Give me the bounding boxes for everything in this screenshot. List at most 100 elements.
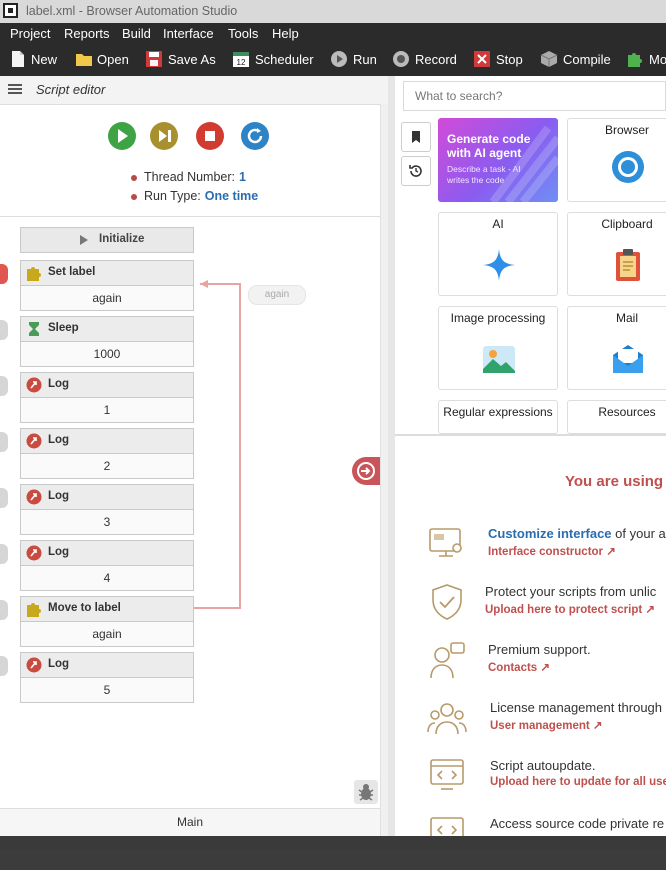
- image-icon: [483, 346, 515, 373]
- interface-constructor-link[interactable]: Interface constructor ↗: [488, 544, 616, 558]
- log-block[interactable]: Log 3: [20, 484, 194, 535]
- users-group-icon: [427, 703, 467, 735]
- record-icon: [393, 51, 409, 67]
- menu-tools[interactable]: Tools: [228, 26, 258, 41]
- svg-text:12: 12: [237, 58, 246, 67]
- panel-splitter[interactable]: [395, 434, 666, 436]
- log-block[interactable]: Log 2: [20, 428, 194, 479]
- menu-help[interactable]: Help: [272, 26, 299, 41]
- block-handle[interactable]: [0, 600, 8, 620]
- log-block[interactable]: Log 1: [20, 372, 194, 423]
- script-editor-panel: Script editor Thread Number: 1 Run Type: O…: [0, 76, 389, 837]
- folder-icon: [76, 54, 92, 66]
- card-resources[interactable]: Resources: [567, 400, 666, 434]
- menu-bar: Project Reports Build Interface Tools He…: [0, 23, 666, 44]
- menu-reports[interactable]: Reports: [64, 26, 110, 41]
- log-icon: [26, 377, 42, 393]
- ai-agent-card[interactable]: Generate code with AI agent Describe a t…: [438, 118, 558, 202]
- feature-license-management: License management through User manageme…: [395, 698, 666, 754]
- stop-circle-icon: [196, 122, 224, 150]
- menu-project[interactable]: Project: [10, 26, 50, 41]
- history-button[interactable]: [401, 156, 431, 186]
- log-block[interactable]: Log 4: [20, 540, 194, 591]
- thread-number-value[interactable]: 1: [239, 170, 246, 184]
- puzzle-icon: [628, 53, 642, 67]
- mail-icon: [613, 345, 643, 373]
- log-block[interactable]: Log 5: [20, 652, 194, 703]
- log-icon: [26, 489, 42, 505]
- interface-constructor-icon: [429, 528, 462, 557]
- block-handle[interactable]: [0, 544, 8, 564]
- set-label-block[interactable]: Set label again: [20, 260, 194, 311]
- bookmarks-button[interactable]: [401, 122, 431, 152]
- window-title: label.xml - Browser Automation Studio: [26, 4, 238, 18]
- step-button[interactable]: [150, 122, 178, 150]
- ai-card-title: Generate code with AI agent: [447, 132, 531, 160]
- box-icon: [540, 51, 558, 67]
- block-handle[interactable]: [0, 320, 8, 340]
- log-icon: [26, 545, 42, 561]
- step-forward-icon: [150, 122, 178, 150]
- actions-panel: What to search? Generate code with AI ag…: [395, 76, 666, 843]
- user-management-link[interactable]: User management ↗: [490, 718, 603, 732]
- external-link-icon: ↗: [645, 604, 656, 616]
- puzzle-icon: [27, 603, 41, 617]
- menu-build[interactable]: Build: [122, 26, 151, 41]
- puzzle-icon: [27, 267, 41, 281]
- block-handle[interactable]: [0, 432, 8, 452]
- autoupdate-link[interactable]: Upload here to update for all user: [490, 776, 666, 788]
- run-type-value[interactable]: One time: [205, 189, 259, 203]
- exit-flow-button[interactable]: [352, 457, 380, 485]
- pane-splitter[interactable]: [388, 76, 395, 836]
- stop-icon: [474, 51, 490, 67]
- log-icon: [26, 657, 42, 673]
- card-browser[interactable]: Browser: [567, 118, 666, 202]
- contacts-link[interactable]: Contacts ↗: [488, 660, 550, 674]
- stripes-decoration: [489, 125, 558, 202]
- play-icon: [331, 51, 347, 67]
- protect-script-link[interactable]: Upload here to protect script ↗: [485, 602, 655, 616]
- bookmark-icon: [412, 131, 420, 143]
- move-to-label-block[interactable]: Move to label again: [20, 596, 194, 647]
- bullet-dot-icon: [131, 193, 137, 200]
- block-handle[interactable]: [0, 488, 8, 508]
- again-label-tag: again: [248, 285, 306, 305]
- history-icon: [409, 165, 422, 177]
- block-handle[interactable]: [0, 656, 8, 676]
- bug-icon: [358, 784, 374, 801]
- menu-interface[interactable]: Interface: [163, 26, 214, 41]
- feature-protect-scripts: Protect your scripts from unlic Upload h…: [395, 582, 666, 638]
- clipboard-icon: [616, 249, 640, 281]
- calendar-icon: 12: [233, 52, 249, 67]
- support-agent-icon: [430, 642, 465, 679]
- run-type-info: Run Type: One time: [131, 189, 258, 203]
- editor-footer: Main: [0, 808, 380, 837]
- thread-number-info: Thread Number: 1: [131, 170, 246, 184]
- card-clipboard[interactable]: Clipboard: [567, 212, 666, 296]
- browser-icon: [612, 151, 644, 183]
- stop-script-button[interactable]: [196, 122, 224, 150]
- sparkle-icon: [483, 249, 515, 281]
- hourglass-icon: [29, 322, 39, 336]
- external-link-icon: ↗: [540, 662, 551, 674]
- feature-script-autoupdate: Script autoupdate. Upload here to update…: [395, 756, 666, 812]
- status-bar: [0, 836, 666, 850]
- hamburger-menu-icon[interactable]: [8, 84, 22, 86]
- shield-check-icon: [432, 584, 462, 620]
- block-handle[interactable]: [0, 376, 8, 396]
- card-regular-expressions[interactable]: Regular expressions: [438, 400, 558, 434]
- editor-header: Script editor: [0, 76, 388, 105]
- debug-button[interactable]: [354, 780, 378, 804]
- log-icon: [26, 433, 42, 449]
- tab-main[interactable]: Main: [0, 815, 380, 829]
- card-image-processing[interactable]: Image processing: [438, 306, 558, 390]
- card-mail[interactable]: Mail: [567, 306, 666, 390]
- title-bar: label.xml - Browser Automation Studio: [0, 0, 666, 23]
- restart-button[interactable]: [241, 122, 269, 150]
- card-ai[interactable]: AI: [438, 212, 558, 296]
- run-script-button[interactable]: [108, 122, 136, 150]
- search-input[interactable]: What to search?: [403, 81, 666, 111]
- block-handle[interactable]: [0, 264, 8, 284]
- sleep-block[interactable]: Sleep 1000: [20, 316, 194, 367]
- new-file-icon: [12, 51, 24, 67]
